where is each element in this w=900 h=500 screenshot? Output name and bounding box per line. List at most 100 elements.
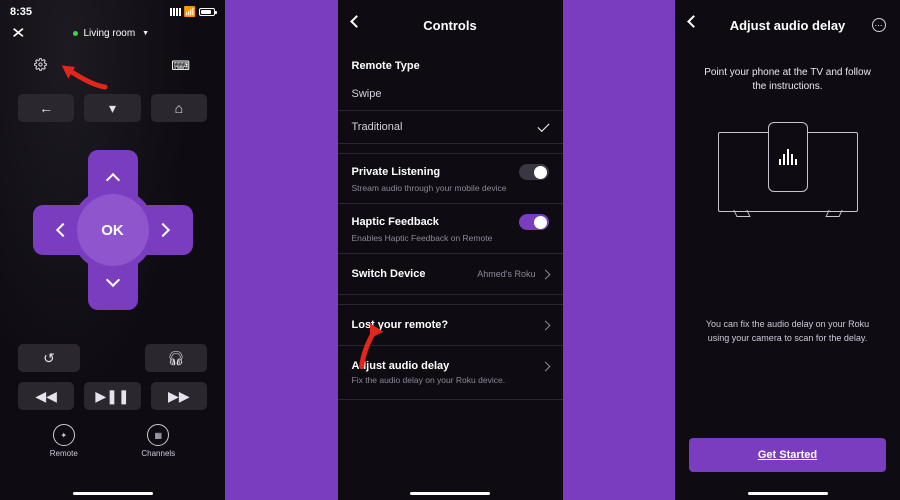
keyboard-icon[interactable]: ⌨ <box>171 58 191 76</box>
instruction-text: Point your phone at the TV and follow th… <box>675 50 900 94</box>
play-pause-button[interactable]: ▶❚❚ <box>84 382 140 410</box>
note-text: You can fix the audio delay on your Roku… <box>675 318 900 345</box>
tab-label: Channels <box>141 449 175 458</box>
back-icon[interactable] <box>687 15 700 28</box>
header: Adjust audio delay ⋯ <box>675 0 900 50</box>
toggle-haptic-feedback[interactable] <box>519 214 549 230</box>
guide-button[interactable]: ▾ <box>84 94 140 122</box>
chevron-down-icon: ▼ <box>142 30 149 37</box>
device-value: Ahmed's Roku <box>477 269 535 279</box>
down-icon: ▾ <box>109 100 116 117</box>
screen-adjust-audio-delay: Adjust audio delay ⋯ Point your phone at… <box>675 0 900 500</box>
back-icon[interactable] <box>350 15 363 28</box>
row-title: Adjust audio delay <box>352 360 450 372</box>
arrow-left-icon: ← <box>39 100 53 116</box>
check-icon <box>537 119 549 131</box>
gap <box>225 0 338 500</box>
cta-label: Get Started <box>758 449 817 461</box>
divider <box>338 294 563 304</box>
back-button[interactable]: ← <box>18 94 74 122</box>
device-selector[interactable]: Living room ▼ <box>73 28 149 39</box>
option-label: Traditional <box>352 121 403 133</box>
status-indicators: ︎📶 <box>170 7 215 18</box>
chevron-right-icon <box>540 269 550 279</box>
row-adjust-audio-delay[interactable]: Adjust audio delay Fix the audio delay o… <box>338 345 563 399</box>
status-dot-icon <box>73 31 78 36</box>
phone-icon <box>768 122 808 192</box>
play-pause-icon: ▶❚❚ <box>95 388 129 405</box>
divider <box>338 399 563 409</box>
header: Controls <box>338 0 563 50</box>
wifi-icon: ︎📶 <box>184 7 196 18</box>
tab-bar: ✦ Remote ▦ Channels <box>0 410 225 458</box>
illustration <box>718 122 858 222</box>
more-icon[interactable]: ⋯ <box>872 18 886 32</box>
gap <box>563 0 676 500</box>
divider <box>338 143 563 153</box>
row-title: Haptic Feedback <box>352 216 439 228</box>
clock: 8:35 <box>10 6 32 18</box>
media-row-2: ◀◀ ▶❚❚ ▶▶ <box>0 372 225 410</box>
chevron-right-icon <box>540 320 550 330</box>
top-row: ⌨ <box>0 52 225 76</box>
row-switch-device[interactable]: Switch Device Ahmed's Roku <box>338 253 563 294</box>
chevron-left-icon <box>55 223 69 237</box>
replay-icon: ↺ <box>43 350 55 367</box>
tab-label: Remote <box>50 449 78 458</box>
rewind-button[interactable]: ◀◀ <box>18 382 74 410</box>
home-button[interactable]: ⌂ <box>151 94 207 122</box>
toggle-private-listening[interactable] <box>519 164 549 180</box>
audio-bars-icon <box>779 149 797 165</box>
row-title: Lost your remote? <box>352 319 449 331</box>
cell-signal-icon <box>170 8 181 16</box>
row-value: Ahmed's Roku <box>477 269 548 279</box>
chevron-right-icon <box>540 361 550 371</box>
ok-button[interactable]: OK <box>77 194 149 266</box>
media-row-1: ↺ 🎧︎ <box>0 310 225 372</box>
forward-button[interactable]: ▶▶ <box>151 382 207 410</box>
home-indicator[interactable] <box>410 492 490 495</box>
chevron-down-icon <box>105 273 119 287</box>
nav-row: ← ▾ ⌂ <box>0 76 225 122</box>
remote-icon: ✦ <box>53 424 75 446</box>
headphones-icon: 🎧︎ <box>167 350 185 367</box>
row-haptic-feedback: Haptic Feedback Enables Haptic Feedback … <box>338 203 563 253</box>
headphones-button[interactable]: 🎧︎ <box>145 344 207 372</box>
row-subtitle: Enables Haptic Feedback on Remote <box>352 233 549 243</box>
row-lost-remote[interactable]: Lost your remote? <box>338 304 563 345</box>
chevron-right-icon <box>155 223 169 237</box>
device-name: Living room <box>83 28 135 39</box>
chevron-up-icon <box>105 173 119 187</box>
battery-icon <box>199 8 215 16</box>
option-label: Swipe <box>352 88 382 100</box>
row-subtitle: Stream audio through your mobile device <box>352 183 549 193</box>
tab-channels[interactable]: ▦ Channels <box>141 424 175 458</box>
screen-remote: 8:35 ︎📶 ✕ Living room ▼ ⌨ ← ▾ ⌂ OK ↺ <box>0 0 225 500</box>
home-indicator[interactable] <box>748 492 828 495</box>
tab-remote[interactable]: ✦ Remote <box>50 424 78 458</box>
title-bar: ✕ Living room ▼ <box>0 20 225 52</box>
replay-button[interactable]: ↺ <box>18 344 80 372</box>
home-icon: ⌂ <box>175 100 183 116</box>
row-private-listening: Private Listening Stream audio through y… <box>338 153 563 203</box>
channels-icon: ▦ <box>147 424 169 446</box>
ok-label: OK <box>101 222 124 239</box>
page-title: Controls <box>423 18 476 33</box>
section-remote-type: Remote Type <box>338 50 563 78</box>
screen-controls: Controls Remote Type Swipe Traditional P… <box>338 0 563 500</box>
d-pad: OK <box>33 150 193 310</box>
row-title: Private Listening <box>352 166 441 178</box>
gear-icon <box>34 58 47 71</box>
get-started-button[interactable]: Get Started <box>689 438 886 472</box>
close-icon[interactable]: ✕ <box>11 24 26 42</box>
status-bar: 8:35 ︎📶 <box>0 0 225 20</box>
page-title: Adjust audio delay <box>730 18 846 33</box>
row-title: Switch Device <box>352 268 426 280</box>
home-indicator[interactable] <box>73 492 153 495</box>
rewind-icon: ◀◀ <box>35 388 57 405</box>
option-swipe[interactable]: Swipe <box>338 78 563 110</box>
settings-button[interactable] <box>34 58 47 76</box>
forward-icon: ▶▶ <box>168 388 190 405</box>
option-traditional[interactable]: Traditional <box>338 110 563 143</box>
row-subtitle: Fix the audio delay on your Roku device. <box>352 375 549 385</box>
